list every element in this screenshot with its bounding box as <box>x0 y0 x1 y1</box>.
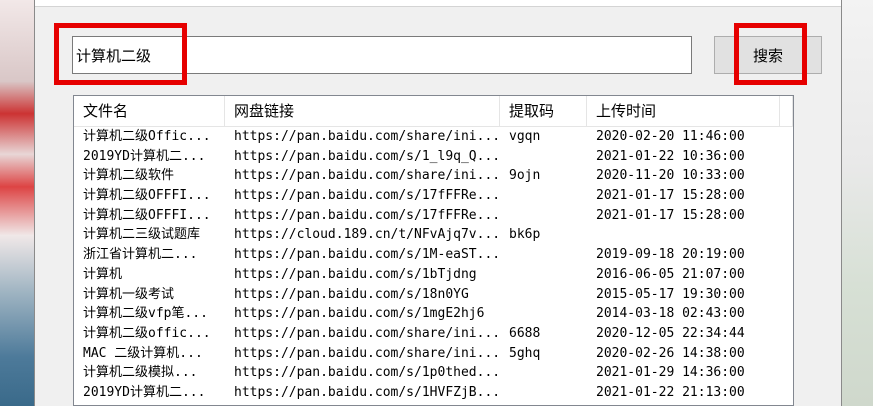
cell-filename: 计算机二级模拟... <box>83 365 198 381</box>
cell-link: https://pan.baidu.com/share/ini... <box>234 168 500 184</box>
cell-link: https://pan.baidu.com/share/ini... <box>234 129 500 144</box>
cell-link: https://pan.baidu.com/s/1p0thed... <box>234 365 500 381</box>
cell-link: https://pan.baidu.com/s/1mgE2hj6 <box>234 306 485 322</box>
cell-code <box>500 186 587 206</box>
search-input[interactable] <box>72 36 692 74</box>
search-window: 搜索 文件名 网盘链接 提取码 上传时间 计算机二级Offic... https:… <box>34 0 842 406</box>
cell-code <box>500 206 587 226</box>
background-right-decoration <box>842 0 873 406</box>
cell-filename: 2019YD计算机二... <box>83 384 206 400</box>
cell-filename: 计算机二级Offic... <box>83 129 211 144</box>
table-row[interactable]: 计算机二级OFFFI... https://pan.baidu.com/s/17f… <box>74 186 793 206</box>
cell-upload-time: 2020-11-20 10:33:00 <box>596 168 745 184</box>
cell-filename: 计算机二级软件 <box>83 168 175 184</box>
cell-code <box>500 265 587 285</box>
cell-filename: 计算机二级vfp笔... <box>83 306 208 322</box>
cell-upload-time: 2019-09-18 20:19:00 <box>596 247 745 263</box>
cell-filename: 计算机一级考试 <box>83 286 175 302</box>
cell-upload-time: 2021-01-22 21:13:00 <box>596 384 745 400</box>
cell-code <box>500 304 587 324</box>
table-row[interactable]: 计算机二级软件 https://pan.baidu.com/share/ini..… <box>74 166 793 186</box>
cell-code <box>500 245 587 265</box>
table-row[interactable]: 计算机二三级试题库 https://cloud.189.cn/t/NFvAjq7v… <box>74 225 793 245</box>
cell-link: https://pan.baidu.com/s/1M-eaST... <box>234 247 500 263</box>
cell-filename: 计算机 <box>83 266 123 282</box>
search-button[interactable]: 搜索 <box>714 36 822 74</box>
cell-upload-time: 2021-01-29 14:36:00 <box>596 365 745 381</box>
cell-filename: 2019YD计算机二... <box>83 148 206 164</box>
cell-code <box>500 383 587 403</box>
window-top-edge <box>35 0 841 7</box>
table-row[interactable]: 计算机一级考试 https://pan.baidu.com/s/18n0YG 201… <box>74 285 793 305</box>
cell-upload-time: 2020-02-20 11:46:00 <box>596 129 745 144</box>
cell-link: https://pan.baidu.com/s/17fFFRe... <box>234 188 500 204</box>
column-header-code[interactable]: 提取码 <box>500 96 587 126</box>
cell-upload-time: 2014-03-18 02:43:00 <box>596 306 745 322</box>
table-row[interactable]: 计算机二级模拟... https://pan.baidu.com/s/1p0the… <box>74 363 793 383</box>
table-row[interactable]: 计算机二级Offic... https://pan.baidu.com/share… <box>74 127 793 147</box>
cell-upload-time: 2021-01-17 15:28:00 <box>596 188 745 204</box>
cell-filename: 浙江省计算机二... <box>83 247 198 263</box>
column-header-link[interactable]: 网盘链接 <box>225 96 500 126</box>
cell-upload-time: 2015-05-17 19:30:00 <box>596 286 745 302</box>
table-row[interactable]: 计算机二级vfp笔... https://pan.baidu.com/s/1mgE… <box>74 304 793 324</box>
table-row[interactable]: MAC 二级计算机... https://pan.baidu.com/share/… <box>74 344 793 364</box>
cell-code: 9ojn <box>509 168 541 184</box>
cell-link: https://pan.baidu.com/s/1_l9q_Q... <box>234 148 500 164</box>
cell-upload-time <box>587 225 780 245</box>
table-body: 计算机二级Offic... https://pan.baidu.com/share… <box>74 127 793 403</box>
cell-filename: 计算机二级OFFFI... <box>83 207 211 223</box>
table-row[interactable]: 计算机二级offic... https://pan.baidu.com/share… <box>74 324 793 344</box>
cell-link: https://pan.baidu.com/s/17fFFRe... <box>234 207 500 223</box>
table-row[interactable]: 2019YD计算机二... https://pan.baidu.com/s/1HV… <box>74 383 793 403</box>
cell-upload-time: 2021-01-22 10:36:00 <box>596 148 745 164</box>
cell-upload-time: 2021-01-17 15:28:00 <box>596 207 745 223</box>
cell-upload-time: 2016-06-05 21:07:00 <box>596 266 745 282</box>
cell-code: vgqn <box>509 129 541 144</box>
cell-filename: MAC 二级计算机... <box>83 345 203 361</box>
cell-code <box>500 285 587 305</box>
table-row[interactable]: 计算机 https://pan.baidu.com/s/1bTjdng 2016-0… <box>74 265 793 285</box>
table-row[interactable]: 2019YD计算机二... https://pan.baidu.com/s/1_l… <box>74 147 793 167</box>
cell-code <box>500 147 587 167</box>
background-left-decoration <box>0 0 34 406</box>
table-row[interactable]: 浙江省计算机二... https://pan.baidu.com/s/1M-eaS… <box>74 245 793 265</box>
cell-code: 5ghq <box>509 345 541 361</box>
cell-filename: 计算机二级OFFFI... <box>83 188 211 204</box>
table-row[interactable]: 计算机二级OFFFI... https://pan.baidu.com/s/17f… <box>74 206 793 226</box>
cell-link: https://cloud.189.cn/t/NFvAjq7v... <box>234 227 500 243</box>
cell-link: https://pan.baidu.com/s/1bTjdng <box>234 266 477 282</box>
cell-code: 6688 <box>509 325 541 341</box>
column-header-filename[interactable]: 文件名 <box>74 96 225 126</box>
cell-filename: 计算机二三级试题库 <box>83 227 201 243</box>
results-table[interactable]: 文件名 网盘链接 提取码 上传时间 计算机二级Offic... https://p… <box>73 95 794 406</box>
cell-link: https://pan.baidu.com/s/18n0YG <box>234 286 469 302</box>
cell-link: https://pan.baidu.com/share/ini... <box>234 325 500 341</box>
table-header: 文件名 网盘链接 提取码 上传时间 <box>74 96 793 127</box>
column-header-filler <box>780 96 793 126</box>
cell-link: https://pan.baidu.com/share/ini... <box>234 345 500 361</box>
cell-link: https://pan.baidu.com/s/1HVFZjB... <box>234 384 500 400</box>
cell-code: bk6p <box>509 227 541 243</box>
column-header-upload-time[interactable]: 上传时间 <box>587 96 780 126</box>
cell-upload-time: 2020-12-05 22:34:44 <box>596 325 745 341</box>
cell-upload-time: 2020-02-26 14:38:00 <box>596 345 745 361</box>
cell-filename: 计算机二级offic... <box>83 325 211 341</box>
cell-code <box>500 363 587 383</box>
